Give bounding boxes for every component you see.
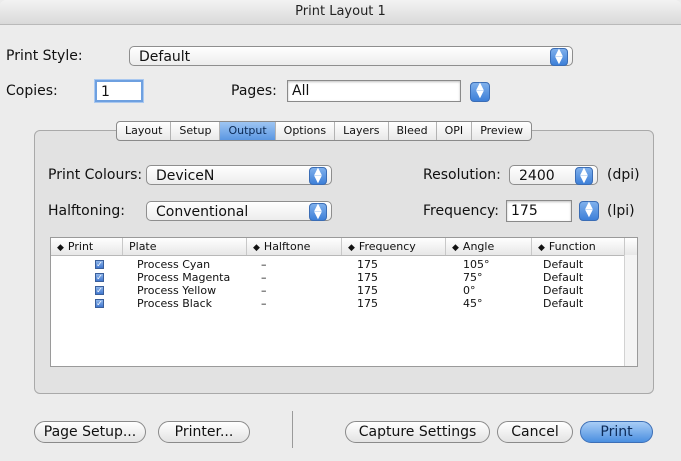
halftoning-label: Halftoning: <box>48 203 125 219</box>
tab-options[interactable]: Options <box>274 122 334 140</box>
print-style-popup[interactable]: Default ▲ ▼ <box>129 46 573 66</box>
function-cell: Default <box>543 258 584 271</box>
button-separator <box>292 411 293 448</box>
print-colours-value: DeviceN <box>156 168 215 184</box>
plates-table: ◆ Print Plate ◆ Halftone ◆ Frequency ◆ Angle… <box>50 237 638 367</box>
plate-cell: Process Magenta <box>137 271 231 284</box>
sort-arrows-icon: ◆ <box>538 243 545 253</box>
up-down-arrows-icon: ▲ ▼ <box>309 203 327 221</box>
halftoning-popup[interactable]: Conventional ▲ ▼ <box>146 201 332 221</box>
print-layout-dialog: Print Layout 1 Print Style: Default ▲ ▼ C… <box>0 0 681 461</box>
print-colours-popup[interactable]: DeviceN ▲ ▼ <box>146 165 332 185</box>
tab-preview[interactable]: Preview <box>471 122 531 140</box>
tab-layout[interactable]: Layout <box>117 122 170 140</box>
pages-field[interactable]: All <box>287 80 461 102</box>
tab-bar: Layout Setup Output Options Layers Bleed… <box>116 121 533 141</box>
table-row[interactable]: ✓ Process Black – 175 45° Default <box>51 297 637 310</box>
frequency-unit: (lpi) <box>607 203 635 219</box>
function-cell: Default <box>543 284 584 297</box>
tab-setup[interactable]: Setup <box>170 122 219 140</box>
resolution-popup[interactable]: 2400 ▲ ▼ <box>509 165 598 185</box>
capture-settings-button[interactable]: Capture Settings <box>345 421 490 443</box>
table-scrollbar[interactable] <box>624 255 637 366</box>
table-row[interactable]: ✓ Process Yellow – 175 0° Default <box>51 284 637 297</box>
angle-cell: 45° <box>463 297 483 310</box>
column-header-function[interactable]: ◆ Function <box>532 238 625 255</box>
angle-cell: 75° <box>463 271 483 284</box>
column-header-print[interactable]: ◆ Print <box>51 238 123 255</box>
printer-button[interactable]: Printer... <box>158 421 250 443</box>
halftone-cell: – <box>261 271 267 284</box>
cancel-button[interactable]: Cancel <box>497 421 573 443</box>
sort-arrows-icon: ◆ <box>452 243 459 253</box>
plate-cell: Process Black <box>137 297 212 310</box>
table-row[interactable]: ✓ Process Magenta – 175 75° Default <box>51 271 637 284</box>
tab-bleed[interactable]: Bleed <box>387 122 436 140</box>
tab-output[interactable]: Output <box>219 122 275 140</box>
plate-cell: Process Yellow <box>137 284 217 297</box>
frequency-cell: 175 <box>357 271 378 284</box>
print-style-value: Default <box>139 49 191 65</box>
resolution-unit: (dpi) <box>607 167 640 183</box>
pages-label: Pages: <box>231 83 277 99</box>
up-down-arrows-icon: ▲ ▼ <box>550 48 568 66</box>
frequency-cell: 175 <box>357 284 378 297</box>
sort-arrows-icon: ◆ <box>57 243 64 253</box>
title-bar[interactable]: Print Layout 1 <box>0 0 681 25</box>
column-header-plate[interactable]: Plate <box>123 238 247 255</box>
checkmark-icon[interactable]: ✓ <box>95 299 104 308</box>
frequency-cell: 175 <box>357 297 378 310</box>
table-header: ◆ Print Plate ◆ Halftone ◆ Frequency ◆ Angle… <box>51 238 637 256</box>
halftone-cell: – <box>261 258 267 271</box>
frequency-field[interactable]: 175 <box>506 200 572 222</box>
frequency-cell: 175 <box>357 258 378 271</box>
checkmark-icon[interactable]: ✓ <box>95 286 104 295</box>
up-down-arrows-icon: ▲ ▼ <box>575 167 593 185</box>
plate-cell: Process Cyan <box>137 258 211 271</box>
tab-layers[interactable]: Layers <box>334 122 387 140</box>
function-cell: Default <box>543 297 584 310</box>
print-button[interactable]: Print <box>580 421 653 443</box>
column-header-frequency[interactable]: ◆ Frequency <box>342 238 446 255</box>
function-cell: Default <box>543 271 584 284</box>
halftoning-value: Conventional <box>156 204 249 220</box>
copies-label: Copies: <box>6 83 58 99</box>
window-title: Print Layout 1 <box>295 4 386 19</box>
halftone-cell: – <box>261 284 267 297</box>
sort-arrows-icon: ◆ <box>253 243 260 253</box>
page-setup-button[interactable]: Page Setup... <box>34 421 146 443</box>
up-down-arrows-icon: ▲ ▼ <box>309 167 327 185</box>
angle-cell: 0° <box>463 284 476 297</box>
resolution-value: 2400 <box>519 168 555 184</box>
tab-opi[interactable]: OPI <box>435 122 472 140</box>
pages-popup-button[interactable]: ▲ ▼ <box>470 82 490 102</box>
copies-field[interactable]: 1 <box>95 80 143 102</box>
resolution-label: Resolution: <box>423 167 501 183</box>
print-style-label: Print Style: <box>6 48 83 64</box>
checkmark-icon[interactable]: ✓ <box>95 260 104 269</box>
print-colours-label: Print Colours: <box>48 167 143 183</box>
frequency-popup-button[interactable]: ▲ ▼ <box>579 201 599 221</box>
checkmark-icon[interactable]: ✓ <box>95 273 104 282</box>
sort-arrows-icon: ◆ <box>348 243 355 253</box>
frequency-label: Frequency: <box>423 203 500 219</box>
column-header-halftone[interactable]: ◆ Halftone <box>247 238 342 255</box>
angle-cell: 105° <box>463 258 490 271</box>
column-header-angle[interactable]: ◆ Angle <box>446 238 532 255</box>
halftone-cell: – <box>261 297 267 310</box>
table-row[interactable]: ✓ Process Cyan – 175 105° Default <box>51 258 637 271</box>
